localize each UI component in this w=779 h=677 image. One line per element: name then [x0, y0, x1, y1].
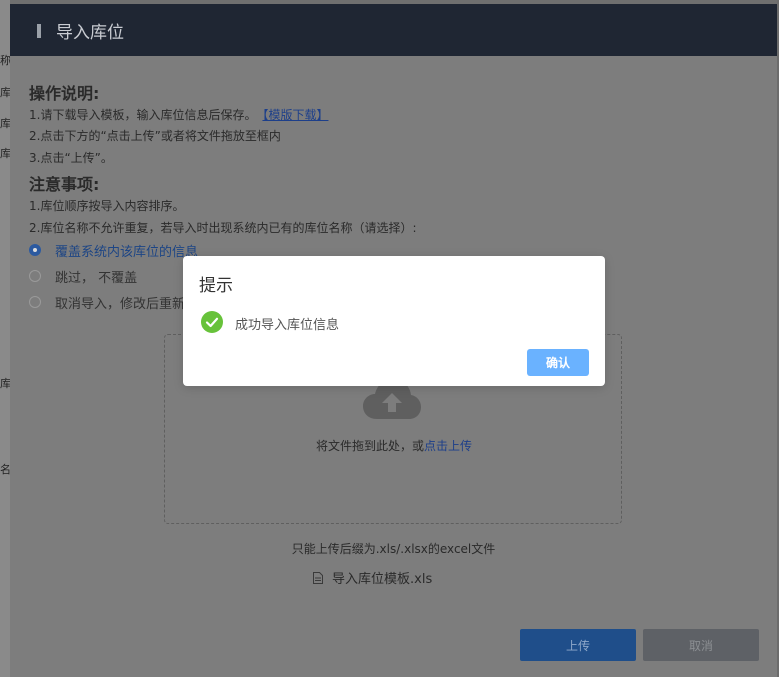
prompt-message: 成功导入库位信息: [235, 318, 340, 333]
document-icon: [313, 571, 323, 584]
instruction-step-3: 3.点击“上传”。: [29, 151, 113, 165]
success-check-icon: [201, 311, 223, 333]
option-cancel-import[interactable]: 取消导入，修改后重新: [29, 293, 186, 312]
header-bar-icon: [37, 24, 41, 38]
notes-heading: 注意事项:: [29, 175, 100, 194]
uploaded-file-name: 导入库位模板.xls: [332, 572, 433, 587]
background-label-fragment: 名: [0, 463, 10, 476]
uploaded-file-item[interactable]: 导入库位模板.xls: [313, 568, 432, 587]
confirm-button[interactable]: 确认: [527, 349, 589, 376]
radio-button[interactable]: [29, 296, 41, 308]
background-page-left-edge: [0, 0, 10, 677]
dropzone-hint: 将文件拖到此处，或: [315, 439, 424, 453]
cancel-button[interactable]: 取消: [643, 629, 759, 661]
click-upload-link[interactable]: 点击上传: [424, 439, 472, 453]
instruction-step-1-text: 1.请下载导入模板，输入库位信息后保存。: [29, 108, 257, 122]
instructions-heading: 操作说明:: [29, 84, 100, 103]
radio-button[interactable]: [29, 270, 41, 282]
background-label-fragment: 库: [0, 377, 10, 390]
option-overwrite-label: 覆盖系统内该库位的信息: [55, 244, 199, 260]
option-skip[interactable]: 跳过， 不覆盖: [29, 267, 138, 286]
dialog-header: 导入库位: [10, 4, 777, 56]
background-label-fragment: 称: [0, 54, 10, 67]
template-download-link[interactable]: 【模版下载】: [262, 108, 328, 122]
option-cancel-import-label: 取消导入，修改后重新: [55, 296, 186, 312]
upload-format-tip: 只能上传后缀为.xls/.xlsx的excel文件: [291, 542, 496, 556]
prompt-title: 提示: [199, 276, 233, 296]
prompt-dialog: 提示 成功导入库位信息 确认: [183, 256, 605, 386]
upload-button[interactable]: 上传: [520, 629, 636, 661]
radio-button-checked[interactable]: [29, 244, 41, 256]
note-2: 2.库位名称不允许重复，若导入时出现系统内已有的库位名称（请选择）:: [29, 221, 417, 235]
instruction-step-2: 2.点击下方的“点击上传”或者将文件拖放至框内: [29, 129, 281, 143]
dialog-title: 导入库位: [56, 23, 124, 43]
background-label-fragment: 库: [0, 86, 10, 99]
note-1: 1.库位顺序按导入内容排序。: [29, 199, 185, 213]
background-label-fragment: 库: [0, 147, 10, 160]
background-label-fragment: 库: [0, 117, 10, 130]
option-overwrite[interactable]: 覆盖系统内该库位的信息: [29, 241, 199, 260]
instruction-step-1: 1.请下载导入模板，输入库位信息后保存。 【模版下载】: [29, 106, 328, 123]
dropzone-text: 将文件拖到此处，或点击上传: [165, 437, 623, 454]
option-skip-label: 跳过， 不覆盖: [55, 270, 138, 286]
